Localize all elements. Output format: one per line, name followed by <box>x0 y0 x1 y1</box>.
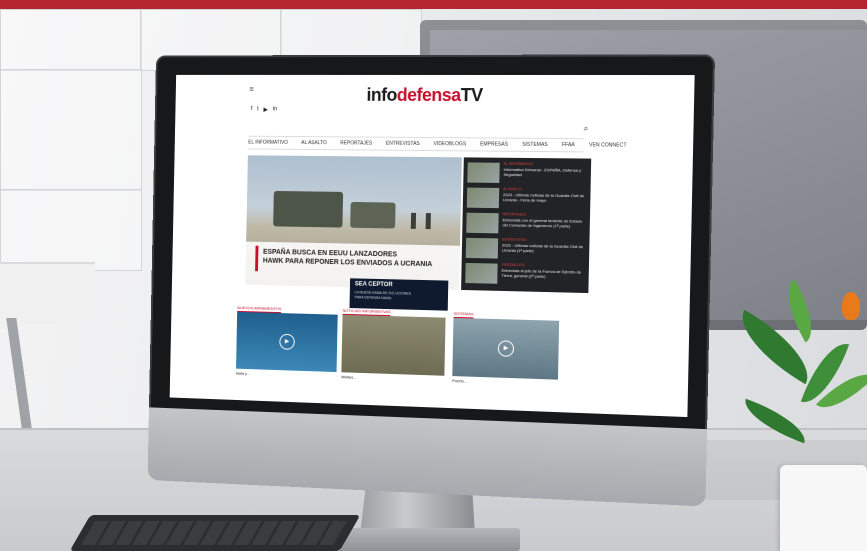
news-category: ENTREVISTAS <box>502 237 527 242</box>
hero-launcher-image <box>273 190 344 228</box>
plant-flower <box>842 292 860 320</box>
twitter-icon[interactable]: t <box>257 106 259 113</box>
sidebar-news-list: EL INFORMATIVO Informativo Semanal - ESP… <box>461 157 592 294</box>
news-item[interactable]: VIDEOBLOGS Entrevista al jefe de la Fuer… <box>465 262 587 287</box>
linkedin-icon[interactable]: in <box>273 106 278 113</box>
news-thumbnail <box>466 187 500 209</box>
plant-pot <box>780 465 867 551</box>
nav-item-al-asalto[interactable]: AL ASALTO <box>301 140 326 146</box>
video-card[interactable]: SISTEMAS ▶ Puerto... <box>452 310 560 385</box>
site-logo[interactable]: infodefensaTV <box>366 85 483 106</box>
news-title: 2022 - Ultimas noticias de la Guardia Ci… <box>501 242 584 254</box>
nav-item-connect[interactable]: VEN CONNECT <box>589 142 627 148</box>
video-card[interactable]: NOTICIAS INFORMATIVAS Misiles... <box>341 307 446 381</box>
hero-launcher-image <box>350 201 396 229</box>
news-thumbnail <box>466 212 499 234</box>
news-category: AL ASALTO <box>503 187 522 192</box>
news-title: Informativo Semanal - ESPAÑA, Defensa y … <box>503 166 582 178</box>
nav-item-informativo[interactable]: EL INFORMATIVO <box>248 140 288 146</box>
wall-tile <box>0 189 142 271</box>
ad-title: SEA CEPTOR <box>354 281 393 289</box>
imac: ≡ f t ▶ in infodefensaTV ⌕ EL INFORMATIV… <box>147 54 716 507</box>
facebook-icon[interactable]: f <box>251 106 253 113</box>
imac-bezel: ≡ f t ▶ in infodefensaTV ⌕ EL INFORMATIV… <box>148 54 716 432</box>
imac-screen: ≡ f t ▶ in infodefensaTV ⌕ EL INFORMATIV… <box>169 74 695 418</box>
search-icon[interactable]: ⌕ <box>584 124 589 134</box>
ad-subtitle: LA NUEVA GAMA DE SOLUCIONES PARA DEFENSA… <box>354 290 412 300</box>
keyboard <box>69 515 361 551</box>
card-thumbnail <box>341 314 446 376</box>
news-title: Entrevista con el general teniente de Es… <box>502 217 583 229</box>
news-category: VIDEOBLOGS <box>501 262 525 268</box>
nav-item-ffaa[interactable]: FFAA <box>562 142 575 148</box>
youtube-icon[interactable]: ▶ <box>263 106 268 113</box>
nav-item-reportajes[interactable]: REPORTAJES <box>340 140 372 146</box>
hamburger-icon[interactable]: ≡ <box>249 85 254 94</box>
logo-text-tv: TV <box>460 85 483 106</box>
hero-soldier <box>410 212 417 229</box>
news-title: Entrevista al jefe de la Fuerza de Ejérc… <box>501 267 582 279</box>
card-title: Misiles... <box>341 374 357 380</box>
news-item[interactable]: REPORTAJES Entrevista con el general ten… <box>466 212 588 236</box>
hero-video[interactable]: ESPAÑA BUSCA EN EEUU LANZADORES HAWK PAR… <box>245 155 462 290</box>
news-thumbnail <box>465 262 498 284</box>
wall-tile <box>0 9 142 71</box>
news-category: REPORTAJES <box>502 212 526 217</box>
wall-tile <box>0 69 142 191</box>
card-title: Puerto... <box>452 378 468 384</box>
apple-logo-icon <box>398 432 434 473</box>
logo-text-info: info <box>366 84 398 105</box>
side-table <box>0 262 95 324</box>
nav-item-entrevistas[interactable]: ENTREVISTAS <box>386 141 420 147</box>
hero-red-bar <box>255 245 259 272</box>
nav-item-empresas[interactable]: EMPRESAS <box>480 141 508 147</box>
main-nav: EL INFORMATIVO AL ASALTO REPORTAJES ENTR… <box>248 135 627 153</box>
nav-item-videoblogs[interactable]: VIDEOBLOGS <box>433 141 466 147</box>
hero-soldier <box>425 213 431 230</box>
news-category: EL INFORMATIVO <box>503 161 534 167</box>
news-item[interactable]: ENTREVISTAS 2022 - Ultimas noticias de l… <box>465 237 588 262</box>
ad-banner[interactable]: SEA CEPTOR LA NUEVA GAMA DE SOLUCIONES P… <box>349 278 449 311</box>
news-thumbnail <box>465 237 499 259</box>
top-red-bar <box>0 0 867 9</box>
news-title: 2023 - Ultimas noticias de la Guardia Ci… <box>502 192 585 203</box>
video-card[interactable]: NUEVOS ARMAMENTOS ▶ Italia y... <box>236 305 338 377</box>
news-item[interactable]: AL ASALTO 2023 - Ultimas noticias de la … <box>466 187 589 211</box>
logo-text-defensa: defensa <box>396 84 461 106</box>
news-item[interactable]: EL INFORMATIVO Informativo Semanal - ESP… <box>467 161 589 185</box>
news-thumbnail <box>467 162 500 183</box>
card-title: Italia y... <box>235 370 250 376</box>
nav-item-sistemas[interactable]: SISTEMAS <box>522 142 548 148</box>
social-icons: f t ▶ in <box>251 106 277 113</box>
